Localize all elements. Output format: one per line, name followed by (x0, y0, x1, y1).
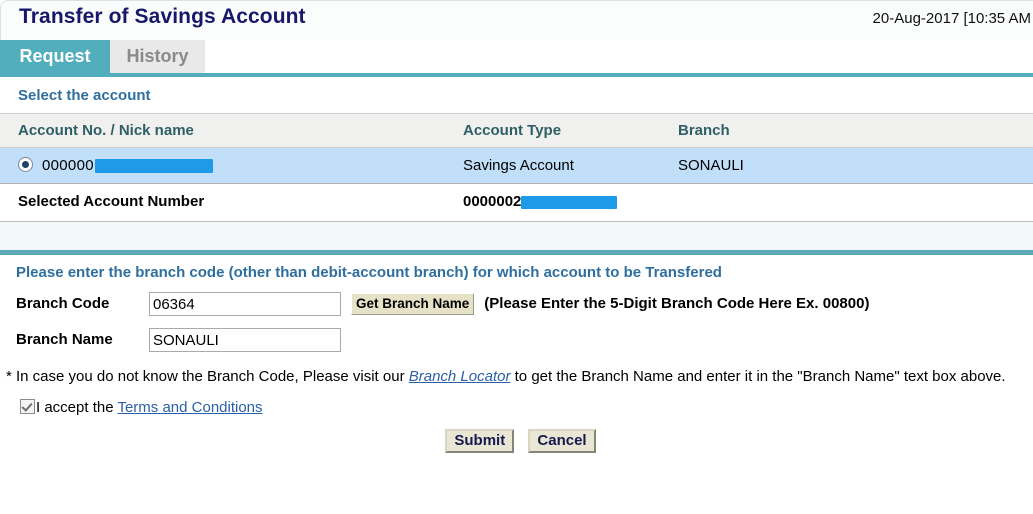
branch-code-label: Branch Code (16, 295, 110, 312)
branch-code-hint: (Please Enter the 5-Digit Branch Code He… (484, 295, 870, 312)
form-actions: Submit Cancel (0, 416, 1033, 453)
account-type-cell: Savings Account (463, 147, 678, 184)
accept-terms-checkbox[interactable] (20, 399, 35, 414)
branch-code-row: Branch Code Get Branch Name (Please Enter … (0, 291, 1033, 317)
table-row[interactable]: 000000 Savings Account SONAULI (0, 147, 1033, 184)
note-text-after: to get the Branch Name and enter it in t… (510, 368, 1006, 385)
account-no-cell[interactable]: 000000 (0, 147, 463, 184)
redaction-mark-selected-account (521, 196, 618, 209)
account-table: Account No. / Nick name Account Type Bra… (0, 113, 1033, 222)
redaction-mark-account-no (94, 159, 213, 173)
account-no-text: 000000 (42, 157, 94, 174)
branch-name-input[interactable] (149, 328, 341, 353)
branch-code-input[interactable] (149, 292, 341, 317)
section-divider (0, 222, 1033, 255)
selected-account-value: 0000002 (463, 193, 522, 210)
branch-locator-link[interactable]: Branch Locator (409, 368, 511, 385)
page-title: Transfer of Savings Account (19, 5, 306, 28)
column-header-account-no: Account No. / Nick name (0, 113, 463, 148)
tab-history[interactable]: History (110, 40, 205, 73)
column-header-account-type: Account Type (463, 113, 678, 148)
tab-bar: Request History (0, 40, 1033, 77)
form-instruction: Please enter the branch code (other than… (16, 264, 722, 281)
timestamp: 20-Aug-2017 [10:35 AM (872, 10, 1031, 27)
note-text-before: * In case you do not know the Branch Cod… (6, 368, 409, 385)
account-radio-button[interactable] (18, 157, 33, 172)
accept-terms-text: I accept the (36, 399, 118, 416)
section-heading: Select the account (0, 77, 1033, 113)
terms-accept-row: I accept the Terms and Conditions (0, 388, 1033, 416)
cancel-button[interactable]: Cancel (528, 429, 596, 453)
selected-account-row: Selected Account Number 0000002 (0, 183, 1033, 222)
branch-cell: SONAULI (678, 147, 1033, 184)
branch-locator-note: * In case you do not know the Branch Cod… (0, 363, 1031, 388)
table-header-row: Account No. / Nick name Account Type Bra… (0, 113, 1033, 148)
get-branch-name-button[interactable]: Get Branch Name (351, 293, 475, 316)
column-header-branch: Branch (678, 113, 1033, 148)
page-header: Transfer of Savings Account 20-Aug-2017 … (0, 0, 1033, 40)
selected-account-value-cell: 0000002 (463, 183, 1033, 222)
submit-button[interactable]: Submit (445, 429, 515, 453)
branch-name-row: Branch Name (0, 327, 1033, 353)
selected-account-label: Selected Account Number (0, 183, 463, 222)
tab-request[interactable]: Request (0, 40, 110, 73)
branch-name-label: Branch Name (16, 331, 113, 348)
terms-and-conditions-link[interactable]: Terms and Conditions (117, 399, 262, 416)
